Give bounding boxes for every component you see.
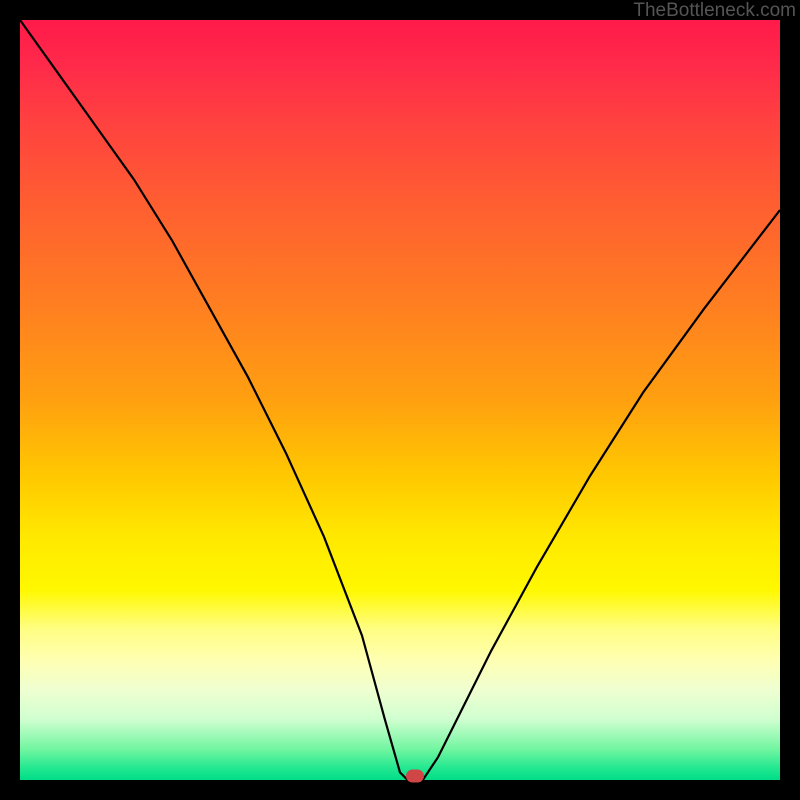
curve-layer: [20, 20, 780, 780]
bottleneck-curve: [20, 20, 780, 780]
watermark-text: TheBottleneck.com: [633, 0, 796, 22]
optimal-marker: [406, 770, 424, 783]
plot-area: [20, 20, 780, 780]
bottleneck-chart: [20, 20, 780, 780]
